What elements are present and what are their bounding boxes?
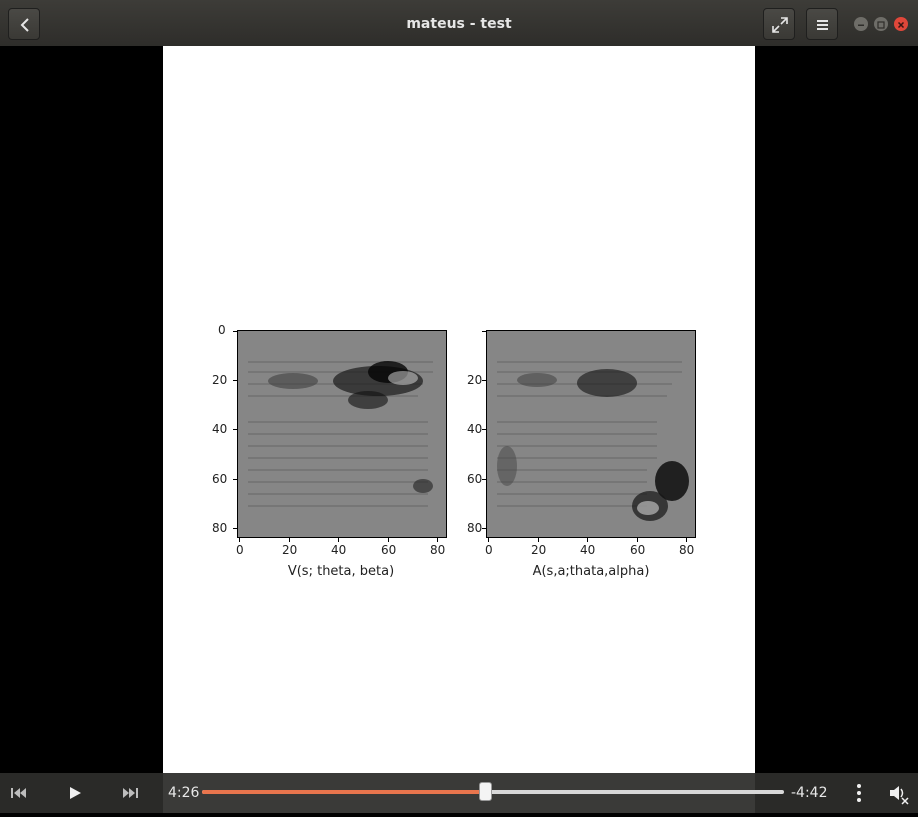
previous-button[interactable] — [0, 773, 40, 813]
x-tick-label: 0 — [236, 543, 244, 557]
x-tick-label: 60 — [630, 543, 646, 557]
x-tick-label: 0 — [485, 543, 493, 557]
video-frame: 0 20 40 60 80 0 20 40 60 80 V(s; theta, … — [163, 46, 755, 773]
volume-button[interactable] — [878, 773, 918, 813]
more-vertical-icon — [857, 784, 861, 802]
y-tick-label: 40 — [212, 422, 228, 436]
y-tick-label: 20 — [212, 373, 228, 387]
video-area[interactable]: 0 20 40 60 80 0 20 40 60 80 V(s; theta, … — [0, 46, 918, 773]
seek-progress — [202, 790, 485, 794]
x-tick-label: 40 — [580, 543, 596, 557]
fullscreen-button[interactable] — [763, 8, 795, 40]
chevron-left-icon — [20, 18, 29, 32]
x-tick-label: 80 — [430, 543, 446, 557]
y-tick-label: 80 — [467, 521, 483, 535]
maximize-button[interactable] — [874, 17, 888, 31]
x-tick-label: 20 — [531, 543, 547, 557]
close-button[interactable] — [894, 17, 908, 31]
play-button[interactable] — [55, 773, 95, 813]
maximize-icon — [877, 21, 885, 29]
x-tick-label: 60 — [381, 543, 397, 557]
heatmap-right — [486, 330, 696, 538]
y-tick-label: 80 — [212, 521, 228, 535]
fullscreen-icon — [772, 17, 788, 33]
x-tick-label: 20 — [282, 543, 298, 557]
minimize-button[interactable] — [854, 17, 868, 31]
volume-muted-icon — [890, 786, 909, 805]
skip-previous-icon — [11, 788, 26, 798]
next-button[interactable] — [111, 773, 151, 813]
play-icon — [70, 787, 81, 799]
more-button[interactable] — [839, 773, 879, 813]
x-axis-label: V(s; theta, beta) — [287, 564, 395, 579]
x-tick-label: 40 — [331, 543, 347, 557]
close-icon — [897, 21, 905, 29]
seek-slider[interactable] — [202, 782, 784, 801]
y-tick-label: 20 — [467, 373, 483, 387]
back-button[interactable] — [8, 8, 40, 40]
remaining-time: -4:42 — [791, 785, 828, 801]
y-tick-label: 60 — [212, 472, 228, 486]
header-bar: mateus - test — [0, 0, 918, 47]
elapsed-time: 4:26 — [168, 785, 200, 801]
hamburger-menu-icon — [817, 20, 828, 30]
menu-button[interactable] — [806, 8, 838, 40]
skip-next-icon — [123, 788, 138, 798]
seek-handle[interactable] — [478, 782, 492, 801]
heatmap-left — [237, 330, 447, 538]
minimize-icon — [858, 24, 864, 26]
y-tick-label: 60 — [467, 472, 483, 486]
y-tick-label: 0 — [218, 323, 226, 337]
y-tick-label: 40 — [467, 422, 483, 436]
x-tick-label: 80 — [679, 543, 695, 557]
x-axis-label: A(s,a;thata,alpha) — [532, 564, 650, 579]
